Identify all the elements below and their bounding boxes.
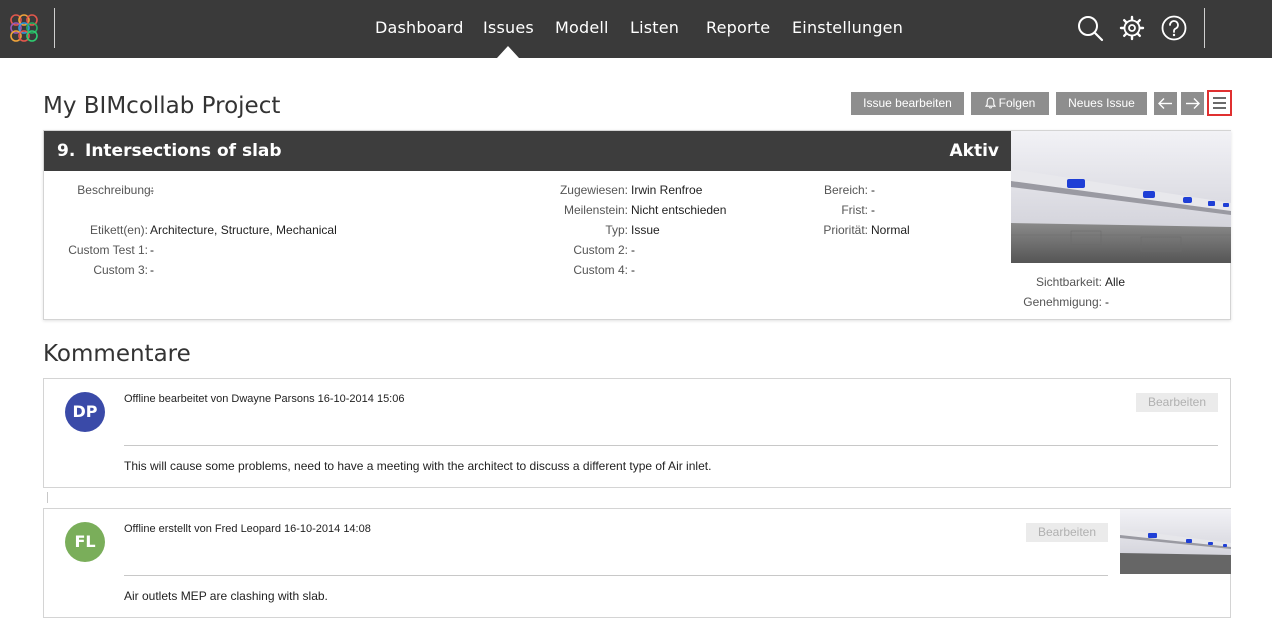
gear-icon[interactable] [1118, 14, 1146, 42]
comment-item: DP Offline bearbeitet von Dwayne Parsons… [43, 378, 1231, 488]
nav-dashboard[interactable]: Dashboard [375, 18, 464, 37]
hamburger-icon [1213, 97, 1226, 99]
comment-divider [124, 575, 1108, 576]
comment-snapshot-image[interactable] [1120, 509, 1231, 574]
nav-einstellungen[interactable]: Einstellungen [792, 18, 903, 37]
comment-divider [124, 445, 1218, 446]
avatar: FL [65, 522, 105, 562]
project-title: My BIMcollab Project [43, 93, 281, 119]
issue-snapshot-image[interactable] [1011, 131, 1231, 263]
follow-label: Folgen [998, 96, 1036, 110]
issue-title: Intersections of slab [85, 141, 282, 161]
nav-issues[interactable]: Issues [483, 18, 534, 37]
comment-text: This will cause some problems, need to h… [124, 459, 712, 473]
edit-comment-button[interactable]: Bearbeiten [1136, 393, 1218, 412]
arrow-left-icon [1158, 98, 1172, 109]
edit-issue-label: Issue bearbeiten [863, 96, 952, 110]
nav-reporte[interactable]: Reporte [706, 18, 770, 37]
avatar: DP [65, 392, 105, 432]
comment-item: FL Offline erstellt von Fred Leopard 16-… [43, 508, 1231, 618]
bell-icon [984, 97, 996, 109]
previous-issue-button[interactable] [1154, 92, 1177, 115]
list-menu-button[interactable] [1207, 90, 1232, 116]
comment-meta: Offline bearbeitet von Dwayne Parsons 16… [124, 393, 405, 405]
next-issue-button[interactable] [1181, 92, 1204, 115]
edit-issue-button[interactable]: Issue bearbeiten [851, 92, 964, 115]
comment-connector [47, 492, 48, 503]
comment-meta: Offline erstellt von Fred Leopard 16-10-… [124, 523, 371, 535]
issue-number: 9. [57, 141, 76, 161]
issue-header: 9. Intersections of slab Aktiv [44, 131, 1011, 171]
nav-modell[interactable]: Modell [555, 18, 609, 37]
issue-status: Aktiv [949, 141, 1000, 161]
issue-card: 9. Intersections of slab Aktiv Beschreib… [43, 130, 1231, 320]
comment-text: Air outlets MEP are clashing with slab. [124, 589, 328, 603]
search-icon[interactable] [1076, 14, 1104, 42]
help-icon[interactable] [1160, 14, 1188, 42]
arrow-right-icon [1186, 98, 1200, 109]
new-issue-button[interactable]: Neues Issue [1056, 92, 1147, 115]
edit-comment-button[interactable]: Bearbeiten [1026, 523, 1108, 542]
user-divider [1204, 8, 1205, 48]
comments-heading: Kommentare [43, 341, 191, 367]
follow-button[interactable]: Folgen [971, 92, 1049, 115]
top-navigation-bar: Dashboard Issues Modell Listen Reporte E… [0, 0, 1272, 58]
active-nav-indicator [497, 46, 519, 58]
new-issue-label: Neues Issue [1068, 96, 1135, 110]
nav-listen[interactable]: Listen [630, 18, 679, 37]
